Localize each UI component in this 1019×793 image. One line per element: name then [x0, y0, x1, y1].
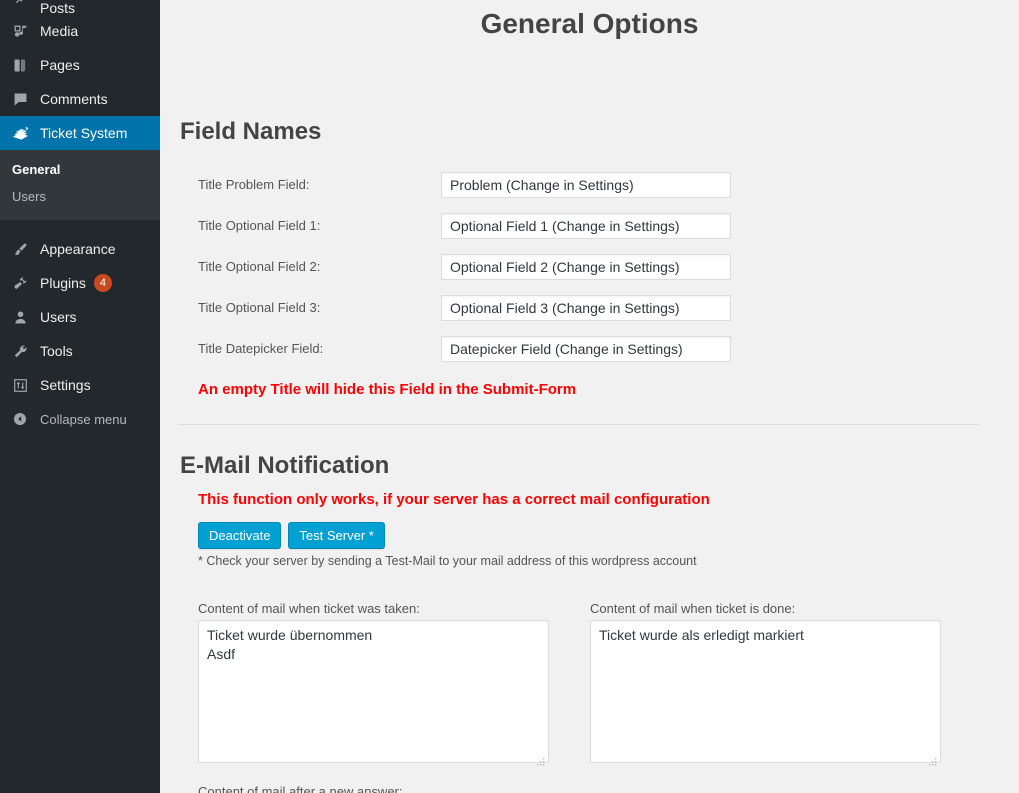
sidebar-item-users[interactable]: Users — [0, 300, 160, 334]
field-row: Title Datepicker Field: — [160, 328, 1019, 369]
field-label-optional-2: Title Optional Field 2: — [198, 259, 321, 274]
field-label-datepicker: Title Datepicker Field: — [198, 341, 324, 356]
sidebar-divider — [0, 220, 160, 232]
collapse-arrow-icon — [8, 411, 32, 427]
sidebar-item-label: Media — [40, 23, 79, 39]
sidebar-item-label: Tools — [40, 343, 73, 359]
ticket-system-submenu: General Users — [0, 150, 160, 220]
submenu-item-general[interactable]: General — [0, 156, 160, 183]
mail-done-label: Content of mail when ticket is done: — [590, 601, 796, 616]
main-content: General Options Field Names Title Proble… — [160, 0, 1019, 793]
plugin-icon — [8, 275, 32, 292]
mail-new-answer-label: Content of mail after a new answer: — [198, 784, 403, 793]
mail-taken-textarea[interactable]: Ticket wurde übernommen Asdf — [198, 620, 549, 763]
email-notification-heading: E-Mail Notification — [180, 452, 390, 479]
sidebar-item-label: Appearance — [40, 241, 116, 257]
ticket-icon — [8, 124, 32, 143]
field-label-optional-1: Title Optional Field 1: — [198, 218, 321, 233]
wordpress-admin-screen: Posts Media Pages Comments Ticket System — [0, 0, 1019, 793]
sidebar-item-label: Pages — [40, 57, 80, 73]
field-names-rows: Title Problem Field: Title Optional Fiel… — [160, 164, 1019, 369]
mail-taken-label: Content of mail when ticket was taken: — [198, 601, 420, 616]
title-problem-field-input[interactable] — [441, 171, 731, 198]
sidebar-item-label: Settings — [40, 377, 91, 393]
sidebar-item-media[interactable]: Media — [0, 14, 160, 48]
sidebar-item-appearance[interactable]: Appearance — [0, 232, 160, 266]
field-names-heading: Field Names — [180, 118, 322, 145]
sidebar-item-posts[interactable]: Posts — [0, 0, 160, 16]
submenu-item-label: General — [12, 162, 61, 177]
field-row: Title Optional Field 2: — [160, 246, 1019, 287]
email-notification-warning: This function only works, if your server… — [198, 491, 710, 508]
pin-icon — [8, 0, 32, 7]
admin-sidebar: Posts Media Pages Comments Ticket System — [0, 0, 160, 793]
field-row: Title Optional Field 3: — [160, 287, 1019, 328]
mail-content-grid: Content of mail when ticket was taken: T… — [160, 601, 1019, 768]
page-title: General Options — [480, 8, 699, 39]
sidebar-item-label: Users — [40, 309, 77, 325]
media-icon — [8, 23, 32, 40]
wrench-icon — [8, 343, 32, 360]
email-button-row: Deactivate Test Server * — [160, 522, 1019, 549]
mail-done-wrapper: Ticket wurde als erledigt markiert — [590, 620, 941, 768]
field-label-optional-3: Title Optional Field 3: — [198, 300, 321, 315]
plugins-update-badge: 4 — [93, 274, 112, 292]
collapse-menu-button[interactable]: Collapse menu — [0, 402, 160, 436]
sidebar-item-label: Comments — [40, 91, 108, 107]
mail-content-done-column: Content of mail when ticket is done: Tic… — [590, 601, 941, 768]
pages-icon — [8, 57, 32, 74]
title-optional-field-1-input[interactable] — [441, 212, 731, 239]
title-datepicker-field-input[interactable] — [441, 335, 731, 362]
field-row: Title Optional Field 1: — [160, 205, 1019, 246]
comments-icon — [8, 91, 32, 108]
section-divider — [178, 424, 979, 425]
field-names-warning: An empty Title will hide this Field in t… — [198, 381, 577, 398]
sidebar-item-label: Ticket System — [40, 125, 128, 141]
sidebar-item-plugins[interactable]: Plugins 4 — [0, 266, 160, 300]
mail-taken-wrapper: Ticket wurde übernommen Asdf — [198, 620, 549, 768]
submenu-item-label: Users — [12, 189, 46, 204]
sliders-icon — [8, 377, 32, 394]
deactivate-button[interactable]: Deactivate — [198, 522, 282, 549]
submenu-item-users[interactable]: Users — [0, 183, 160, 210]
sidebar-item-tools[interactable]: Tools — [0, 334, 160, 368]
test-server-footnote: * Check your server by sending a Test-Ma… — [198, 554, 697, 568]
test-server-button[interactable]: Test Server * — [288, 522, 385, 549]
mail-done-textarea[interactable]: Ticket wurde als erledigt markiert — [590, 620, 941, 763]
title-optional-field-3-input[interactable] — [441, 294, 731, 321]
field-label-problem: Title Problem Field: — [198, 177, 310, 192]
brush-icon — [8, 241, 32, 258]
mail-content-taken-column: Content of mail when ticket was taken: T… — [198, 601, 549, 768]
title-optional-field-2-input[interactable] — [441, 253, 731, 280]
sidebar-item-pages[interactable]: Pages — [0, 48, 160, 82]
sidebar-item-ticket-system[interactable]: Ticket System — [0, 116, 160, 150]
field-row: Title Problem Field: — [160, 164, 1019, 205]
user-icon — [8, 309, 32, 326]
sidebar-item-comments[interactable]: Comments — [0, 82, 160, 116]
sidebar-item-settings[interactable]: Settings — [0, 368, 160, 402]
sidebar-item-label: Plugins — [40, 275, 86, 291]
collapse-menu-label: Collapse menu — [40, 411, 127, 427]
